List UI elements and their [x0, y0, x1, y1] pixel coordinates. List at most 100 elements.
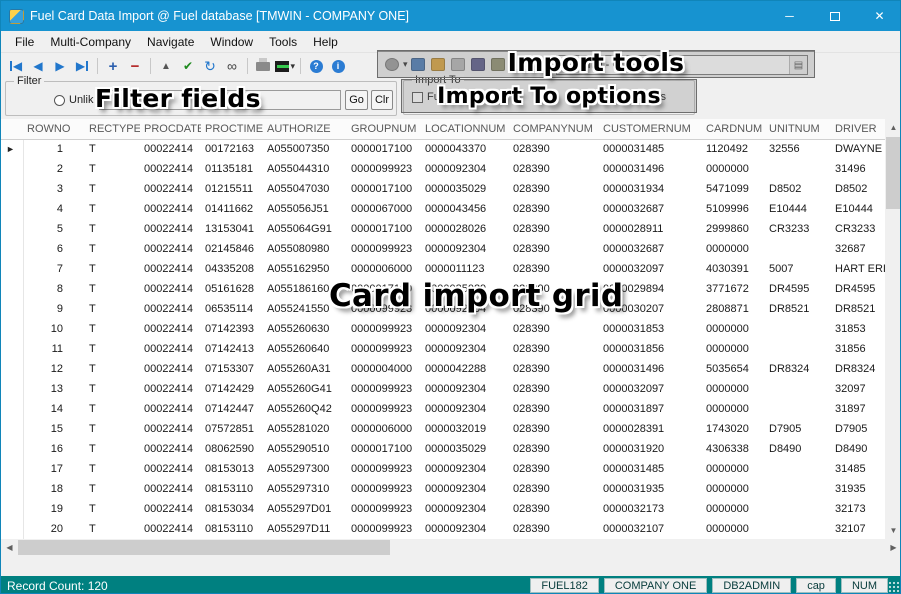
cell-rowno[interactable]: 7: [23, 259, 85, 279]
cell-authorize[interactable]: A055290510: [263, 439, 347, 459]
cell-proctime[interactable]: 07142429: [201, 379, 263, 399]
cell-cardnum[interactable]: 0000000: [702, 339, 765, 359]
column-header-locationnum[interactable]: LOCATIONNUM: [421, 119, 509, 139]
cell-driver[interactable]: 32097: [831, 379, 885, 399]
row-selector[interactable]: [1, 439, 23, 459]
column-header-procdate[interactable]: PROCDATE: [140, 119, 201, 139]
cell-driver[interactable]: 32173: [831, 499, 885, 519]
cell-authorize[interactable]: A055162950: [263, 259, 347, 279]
cell-proctime[interactable]: 13153041: [201, 219, 263, 239]
row-selector[interactable]: [1, 419, 23, 439]
cell-authorize[interactable]: A055260Q42: [263, 399, 347, 419]
cell-companynum[interactable]: 028390: [509, 159, 599, 179]
row-selector[interactable]: [1, 339, 23, 359]
row-selector[interactable]: [1, 319, 23, 339]
cell-cardnum[interactable]: 0000000: [702, 459, 765, 479]
cell-groupnum[interactable]: 0000099923: [347, 399, 421, 419]
cell-procdate[interactable]: 00022414: [140, 299, 201, 319]
cell-locationnum[interactable]: 0000043370: [421, 139, 509, 159]
column-header-companynum[interactable]: COMPANYNUM: [509, 119, 599, 139]
row-selector[interactable]: [1, 359, 23, 379]
grid-row[interactable]: 4T0002241401411662A055056J51000006700000…: [1, 199, 885, 219]
cell-rectype[interactable]: T: [85, 499, 140, 519]
scroll-right-icon[interactable]: ▶: [885, 539, 901, 556]
resize-grip[interactable]: [888, 581, 900, 593]
cell-proctime[interactable]: 07142393: [201, 319, 263, 339]
cell-rowno[interactable]: 2: [23, 159, 85, 179]
cell-customernum[interactable]: 0000032097: [599, 259, 702, 279]
cell-proctime[interactable]: 07142413: [201, 339, 263, 359]
cell-rowno[interactable]: 5: [23, 219, 85, 239]
grid-row[interactable]: 20T0002241408153110A055297D1100000999230…: [1, 519, 885, 539]
cell-driver[interactable]: D8490: [831, 439, 885, 459]
cell-rowno[interactable]: 3: [23, 179, 85, 199]
cell-locationnum[interactable]: 0000092304: [421, 379, 509, 399]
menu-tools[interactable]: Tools: [261, 33, 305, 51]
horizontal-scroll-thumb[interactable]: [18, 540, 390, 555]
grid-row[interactable]: 13T0002241407142429A055260G4100000999230…: [1, 379, 885, 399]
cell-rowno[interactable]: 20: [23, 519, 85, 539]
cell-cardnum[interactable]: 2808871: [702, 299, 765, 319]
cell-procdate[interactable]: 00022414: [140, 339, 201, 359]
cell-locationnum[interactable]: 0000092304: [421, 339, 509, 359]
cell-rectype[interactable]: T: [85, 479, 140, 499]
cell-authorize[interactable]: A055260A31: [263, 359, 347, 379]
cell-locationnum[interactable]: 0000035029: [421, 439, 509, 459]
cell-authorize[interactable]: A055056J51: [263, 199, 347, 219]
cell-authorize[interactable]: A055064G91: [263, 219, 347, 239]
horizontal-scrollbar[interactable]: ◀ ▶: [1, 539, 901, 556]
cell-groupnum[interactable]: 0000067000: [347, 199, 421, 219]
menu-window[interactable]: Window: [202, 33, 261, 51]
cell-cardnum[interactable]: 1743020: [702, 419, 765, 439]
vertical-scrollbar[interactable]: ▲ ▼: [885, 119, 901, 539]
cell-rectype[interactable]: T: [85, 439, 140, 459]
cell-procdate[interactable]: 00022414: [140, 519, 201, 539]
cell-rowno[interactable]: 14: [23, 399, 85, 419]
cell-unitnum[interactable]: D7905: [765, 419, 831, 439]
cell-driver[interactable]: E10444: [831, 199, 885, 219]
accept-button[interactable]: ✔: [178, 56, 198, 76]
cell-companynum[interactable]: 028390: [509, 499, 599, 519]
cell-groupnum[interactable]: 0000099923: [347, 319, 421, 339]
cell-companynum[interactable]: 028390: [509, 519, 599, 539]
refresh-button[interactable]: ↻: [200, 56, 220, 76]
cell-proctime[interactable]: 01215511: [201, 179, 263, 199]
cell-procdate[interactable]: 00022414: [140, 479, 201, 499]
cell-cardnum[interactable]: 0000000: [702, 239, 765, 259]
cell-procdate[interactable]: 00022414: [140, 239, 201, 259]
cell-groupnum[interactable]: 0000017100: [347, 439, 421, 459]
cell-rectype[interactable]: T: [85, 199, 140, 219]
gear-icon[interactable]: [385, 58, 399, 71]
row-selector[interactable]: [1, 499, 23, 519]
cell-procdate[interactable]: 00022414: [140, 219, 201, 239]
grid-row[interactable]: 8T0002241405161628A055186160000001710000…: [1, 279, 885, 299]
row-selector[interactable]: [1, 479, 23, 499]
cell-rowno[interactable]: 17: [23, 459, 85, 479]
cell-customernum[interactable]: 0000031496: [599, 359, 702, 379]
column-header-cardnum[interactable]: CARDNUM: [702, 119, 765, 139]
cell-groupnum[interactable]: 0000099923: [347, 299, 421, 319]
grid-row[interactable]: 18T0002241408153110A05529731000000999230…: [1, 479, 885, 499]
cell-companynum[interactable]: 028390: [509, 219, 599, 239]
cell-companynum[interactable]: 028390: [509, 199, 599, 219]
cell-locationnum[interactable]: 0000092304: [421, 499, 509, 519]
titlebar[interactable]: Fuel Card Data Import @ Fuel database [T…: [1, 1, 901, 31]
cell-unitnum[interactable]: [765, 499, 831, 519]
column-header-authorize[interactable]: AUTHORIZE: [263, 119, 347, 139]
row-selector[interactable]: [1, 259, 23, 279]
cell-locationnum[interactable]: 0000028026: [421, 219, 509, 239]
help-button[interactable]: ?: [306, 56, 326, 76]
cell-authorize[interactable]: A055186160: [263, 279, 347, 299]
cell-procdate[interactable]: 00022414: [140, 179, 201, 199]
cell-locationnum[interactable]: 0000092304: [421, 479, 509, 499]
cell-driver[interactable]: DR4595: [831, 279, 885, 299]
cell-cardnum[interactable]: 0000000: [702, 399, 765, 419]
cell-unitnum[interactable]: CR3233: [765, 219, 831, 239]
cell-groupnum[interactable]: 0000099923: [347, 339, 421, 359]
cell-companynum[interactable]: 028390: [509, 399, 599, 419]
cell-driver[interactable]: 31935: [831, 479, 885, 499]
export-button[interactable]: ▾: [275, 56, 295, 76]
cell-customernum[interactable]: 0000031935: [599, 479, 702, 499]
cell-driver[interactable]: 32687: [831, 239, 885, 259]
cell-proctime[interactable]: 08153110: [201, 479, 263, 499]
